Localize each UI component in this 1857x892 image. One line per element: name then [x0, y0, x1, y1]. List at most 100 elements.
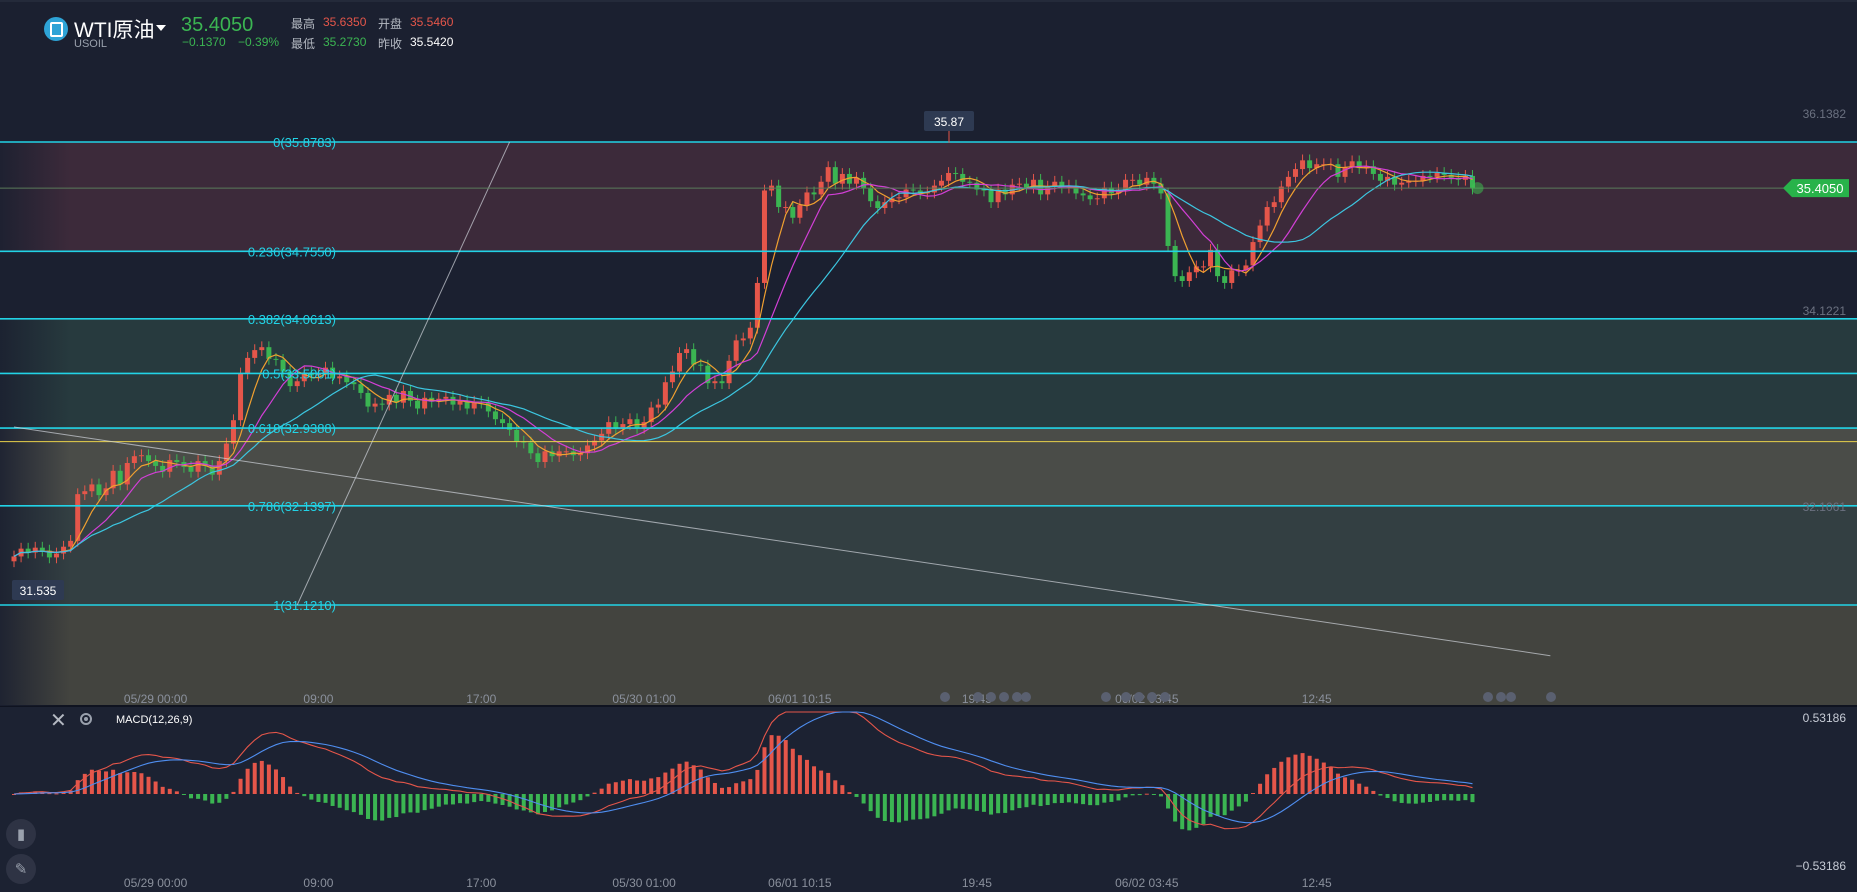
- macd-x-axis-label: 12:45: [1302, 876, 1332, 890]
- candle: [400, 390, 406, 403]
- macd-bar: [1109, 794, 1114, 802]
- macd-bar: [1335, 773, 1340, 794]
- macd-bar: [1470, 794, 1475, 803]
- candle: [450, 396, 456, 405]
- macd-bar: [139, 773, 144, 794]
- macd-bar: [429, 794, 434, 809]
- macd-bar: [1343, 777, 1348, 794]
- macd-bar: [210, 794, 215, 804]
- macd-bar: [1428, 794, 1432, 802]
- last-price-dot: [1471, 182, 1484, 195]
- candle: [1080, 193, 1086, 196]
- candle: [1208, 249, 1214, 267]
- chart-canvas[interactable]: 0(35.8783) 0.236(34.7550) 0.382(34.0613) 0.…: [0, 0, 1857, 892]
- macd-bar: [1321, 762, 1326, 794]
- macd-bar: [1378, 794, 1383, 796]
- fib-label: 1(31.1210): [273, 598, 336, 613]
- open-label: 开盘: [378, 17, 403, 31]
- macd-bar: [691, 765, 696, 794]
- fib-label: 0.786(32.1397): [248, 499, 336, 514]
- macd-bar: [897, 794, 901, 823]
- macd-x-axis-label: 19:45: [962, 876, 992, 890]
- last-price: 35.4050: [181, 14, 254, 36]
- event-marker-icon: [1134, 692, 1144, 702]
- candle: [1427, 175, 1433, 177]
- macd-bar: [415, 794, 420, 813]
- macd-bar: [1151, 794, 1156, 795]
- high-label: 最高: [291, 17, 316, 31]
- chevron-down-icon[interactable]: [156, 25, 166, 31]
- candle: [1250, 242, 1256, 266]
- macd-bar: [387, 794, 392, 818]
- macd-bar: [1307, 755, 1312, 794]
- fib-zone-extension: [0, 605, 1857, 706]
- macd-bar: [1010, 794, 1015, 811]
- macd-bar: [288, 786, 293, 794]
- candle: [868, 188, 874, 202]
- macd-bar: [231, 791, 236, 794]
- x-axis-label: 06/01 10:15: [768, 692, 832, 706]
- close-icon[interactable]: ✕: [50, 711, 67, 731]
- candle: [839, 173, 845, 184]
- macd-bar: [351, 794, 356, 813]
- candle: [1300, 160, 1306, 170]
- candle: [117, 470, 123, 485]
- pencil-icon[interactable]: ✎: [6, 854, 36, 884]
- macd-bar: [1102, 794, 1107, 803]
- macd-bar: [960, 794, 965, 809]
- macd-bar: [1420, 794, 1425, 803]
- candle: [832, 167, 838, 184]
- macd-bar: [804, 759, 809, 794]
- candle: [960, 173, 966, 182]
- macd-bar: [564, 794, 569, 805]
- macd-bar: [642, 780, 647, 794]
- low-callout: 31.535: [20, 584, 57, 598]
- candlestick-tool-icon[interactable]: ▮: [6, 819, 36, 849]
- candle: [1016, 183, 1022, 185]
- candle: [761, 190, 767, 283]
- macd-bar: [1463, 794, 1468, 801]
- macd-bar: [443, 794, 448, 805]
- macd-bar: [861, 794, 866, 804]
- macd-bar: [585, 794, 590, 797]
- macd-bar: [1258, 783, 1263, 794]
- candle: [216, 461, 222, 475]
- candle: [1278, 186, 1284, 203]
- macd-bar: [543, 794, 547, 813]
- macd-bar: [1052, 794, 1057, 804]
- macd-bar: [316, 794, 321, 803]
- macd-bar: [833, 780, 838, 794]
- macd-bar: [373, 794, 378, 821]
- macd-x-axis-label: 06/01 10:15: [768, 876, 832, 890]
- macd-bar: [712, 782, 717, 794]
- candle: [797, 205, 803, 218]
- candle: [500, 419, 506, 424]
- candle: [230, 420, 236, 444]
- macd-bar: [663, 772, 668, 794]
- candle: [294, 381, 300, 387]
- fib-label: 0.236(34.7550): [248, 244, 336, 259]
- x-axis-label: 12:45: [1302, 692, 1332, 706]
- macd-bar: [1024, 794, 1029, 808]
- candle: [542, 451, 548, 463]
- macd-bar: [755, 769, 760, 794]
- event-marker-icon: [973, 692, 983, 702]
- candle: [1179, 276, 1185, 282]
- candle: [273, 358, 279, 360]
- macd-bar: [125, 772, 130, 794]
- event-marker-icon: [1012, 692, 1022, 702]
- gear-icon[interactable]: [80, 713, 92, 725]
- fib-zone-bottom: [0, 505, 1857, 605]
- macd-bar: [380, 794, 385, 821]
- macd-bar: [904, 794, 909, 821]
- macd-bar: [259, 760, 264, 794]
- macd-bar: [189, 794, 193, 799]
- candle: [811, 192, 817, 195]
- macd-bar: [465, 794, 470, 804]
- macd-bar: [181, 794, 186, 795]
- candle: [677, 353, 683, 372]
- macd-axis-bottom: −0.53186: [1796, 859, 1847, 873]
- event-marker-icon: [1506, 692, 1516, 702]
- event-marker-icon: [986, 692, 996, 702]
- macd-x-axis-label: 17:00: [466, 876, 496, 890]
